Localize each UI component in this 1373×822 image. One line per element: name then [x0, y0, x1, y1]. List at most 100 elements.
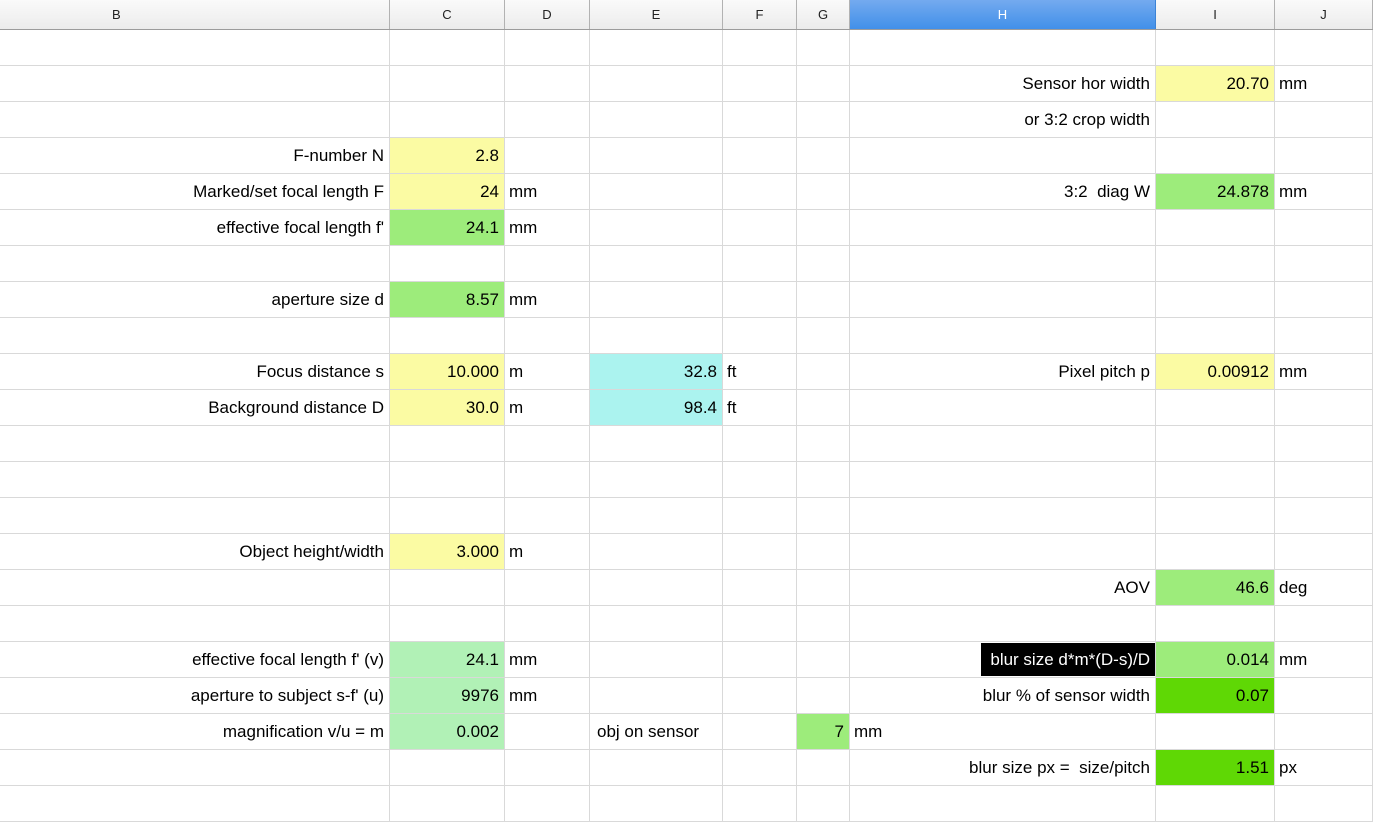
- cell-D21[interactable]: [505, 750, 590, 786]
- cell-G14[interactable]: [797, 498, 850, 534]
- cell-D9[interactable]: [505, 318, 590, 354]
- cell-I3[interactable]: [1156, 102, 1275, 138]
- cell-E2[interactable]: [590, 66, 723, 102]
- cell-I12[interactable]: [1156, 426, 1275, 462]
- cell-I22[interactable]: [1156, 786, 1275, 822]
- cell-I6[interactable]: [1156, 210, 1275, 246]
- cell-E12[interactable]: [590, 426, 723, 462]
- cell-J9[interactable]: [1275, 318, 1373, 354]
- cell-G9[interactable]: [797, 318, 850, 354]
- column-header-H[interactable]: H: [850, 0, 1156, 29]
- cell-G8[interactable]: [797, 282, 850, 318]
- cell-J18[interactable]: mm: [1275, 642, 1373, 678]
- cell-G16[interactable]: [797, 570, 850, 606]
- cell-C6[interactable]: 24.1: [390, 210, 505, 246]
- cell-J3[interactable]: [1275, 102, 1373, 138]
- cell-I2[interactable]: 20.70: [1156, 66, 1275, 102]
- cell-G21[interactable]: [797, 750, 850, 786]
- cell-G11[interactable]: [797, 390, 850, 426]
- cell-B10[interactable]: Focus distance s: [0, 354, 390, 390]
- cell-D19[interactable]: mm: [505, 678, 590, 714]
- cell-F8[interactable]: [723, 282, 797, 318]
- cell-J5[interactable]: mm: [1275, 174, 1373, 210]
- cell-H11[interactable]: [850, 390, 1156, 426]
- cell-B18[interactable]: effective focal length f' (v): [0, 642, 390, 678]
- cell-I20[interactable]: [1156, 714, 1275, 750]
- cell-C7[interactable]: [390, 246, 505, 282]
- cell-B9[interactable]: [0, 318, 390, 354]
- cell-C1[interactable]: [390, 30, 505, 66]
- cell-H14[interactable]: [850, 498, 1156, 534]
- cell-H2[interactable]: Sensor hor width: [850, 66, 1156, 102]
- cell-G3[interactable]: [797, 102, 850, 138]
- cell-J22[interactable]: [1275, 786, 1373, 822]
- cell-J20[interactable]: [1275, 714, 1373, 750]
- cell-B22[interactable]: [0, 786, 390, 822]
- cell-I19[interactable]: 0.07: [1156, 678, 1275, 714]
- cell-B17[interactable]: [0, 606, 390, 642]
- cell-C18[interactable]: 24.1: [390, 642, 505, 678]
- cell-H4[interactable]: [850, 138, 1156, 174]
- cell-B5[interactable]: Marked/set focal length F: [0, 174, 390, 210]
- cell-H16[interactable]: AOV: [850, 570, 1156, 606]
- cell-E22[interactable]: [590, 786, 723, 822]
- cell-F22[interactable]: [723, 786, 797, 822]
- cell-F14[interactable]: [723, 498, 797, 534]
- cell-E10[interactable]: 32.8: [590, 354, 723, 390]
- cell-H19[interactable]: blur % of sensor width: [850, 678, 1156, 714]
- cell-B7[interactable]: [0, 246, 390, 282]
- cell-B4[interactable]: F-number N: [0, 138, 390, 174]
- cell-E7[interactable]: [590, 246, 723, 282]
- cell-F17[interactable]: [723, 606, 797, 642]
- cell-C22[interactable]: [390, 786, 505, 822]
- column-header-I[interactable]: I: [1156, 0, 1275, 29]
- cell-G12[interactable]: [797, 426, 850, 462]
- cell-H5[interactable]: 3:2 diag W: [850, 174, 1156, 210]
- cell-D22[interactable]: [505, 786, 590, 822]
- cell-G22[interactable]: [797, 786, 850, 822]
- cell-F12[interactable]: [723, 426, 797, 462]
- cell-I15[interactable]: [1156, 534, 1275, 570]
- cell-H9[interactable]: [850, 318, 1156, 354]
- cell-I16[interactable]: 46.6: [1156, 570, 1275, 606]
- cell-B14[interactable]: [0, 498, 390, 534]
- cell-E5[interactable]: [590, 174, 723, 210]
- cell-B1[interactable]: [0, 30, 390, 66]
- cell-C12[interactable]: [390, 426, 505, 462]
- cell-F6[interactable]: [723, 210, 797, 246]
- cell-F5[interactable]: [723, 174, 797, 210]
- column-header-C[interactable]: C: [390, 0, 505, 29]
- cell-D8[interactable]: mm: [505, 282, 590, 318]
- cell-C8[interactable]: 8.57: [390, 282, 505, 318]
- cell-C4[interactable]: 2.8: [390, 138, 505, 174]
- cell-G7[interactable]: [797, 246, 850, 282]
- cell-B16[interactable]: [0, 570, 390, 606]
- cell-H17[interactable]: [850, 606, 1156, 642]
- cell-G2[interactable]: [797, 66, 850, 102]
- cell-C14[interactable]: [390, 498, 505, 534]
- column-header-J[interactable]: J: [1275, 0, 1373, 29]
- cell-I5[interactable]: 24.878: [1156, 174, 1275, 210]
- cell-D10[interactable]: m: [505, 354, 590, 390]
- cell-D16[interactable]: [505, 570, 590, 606]
- cell-F18[interactable]: [723, 642, 797, 678]
- cell-E20[interactable]: obj on sensor: [590, 714, 723, 750]
- cell-G6[interactable]: [797, 210, 850, 246]
- cell-G13[interactable]: [797, 462, 850, 498]
- cell-H15[interactable]: [850, 534, 1156, 570]
- cell-H20[interactable]: mm: [850, 714, 1156, 750]
- cell-G17[interactable]: [797, 606, 850, 642]
- cell-B15[interactable]: Object height/width: [0, 534, 390, 570]
- cell-E11[interactable]: 98.4: [590, 390, 723, 426]
- cell-I21[interactable]: 1.51: [1156, 750, 1275, 786]
- cell-B8[interactable]: aperture size d: [0, 282, 390, 318]
- cell-D1[interactable]: [505, 30, 590, 66]
- cell-F19[interactable]: [723, 678, 797, 714]
- cell-J14[interactable]: [1275, 498, 1373, 534]
- cell-D18[interactable]: mm: [505, 642, 590, 678]
- cell-E18[interactable]: [590, 642, 723, 678]
- cell-I11[interactable]: [1156, 390, 1275, 426]
- cell-C9[interactable]: [390, 318, 505, 354]
- cell-C19[interactable]: 9976: [390, 678, 505, 714]
- cell-F4[interactable]: [723, 138, 797, 174]
